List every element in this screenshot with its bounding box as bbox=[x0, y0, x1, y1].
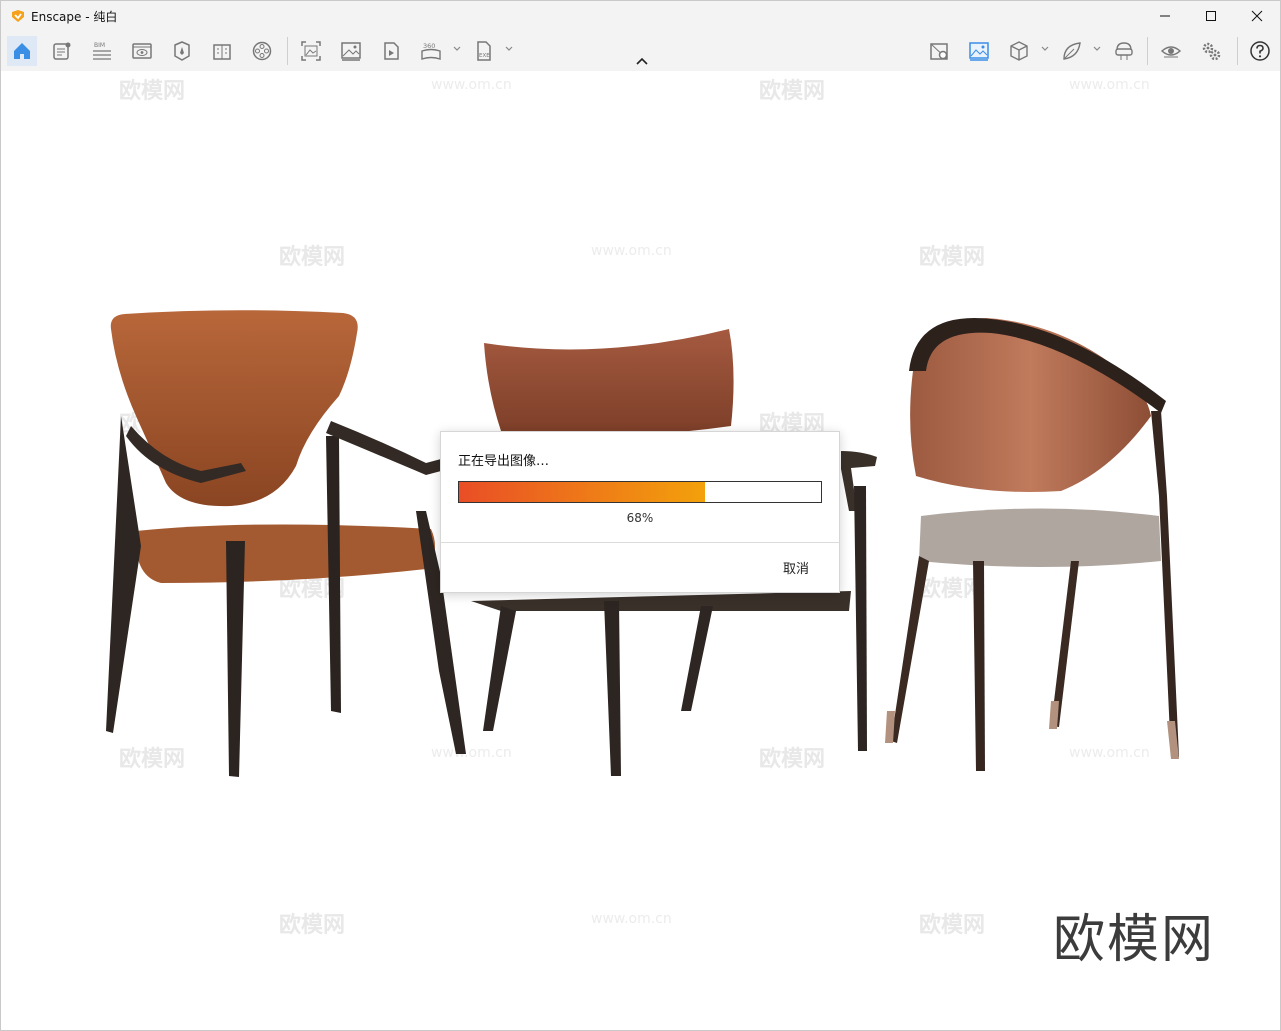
toolbar-separator bbox=[1147, 37, 1148, 65]
enscape-window: Enscape - 纯白 BIM 360 EXE 欧模网 www.om.cn 欧… bbox=[0, 0, 1281, 1031]
panorama-dropdown-icon[interactable] bbox=[452, 44, 462, 54]
batch-render-button[interactable] bbox=[376, 36, 406, 66]
batch-render-icon bbox=[384, 42, 399, 60]
materials-icon bbox=[213, 44, 231, 60]
close-button[interactable] bbox=[1234, 1, 1280, 31]
vr-headset-button[interactable] bbox=[1109, 36, 1139, 66]
visual-settings-icon bbox=[969, 42, 989, 61]
dialog-title: 正在导出图像… bbox=[458, 454, 550, 469]
panorama-360-icon: 360 bbox=[421, 42, 441, 60]
asset-library-icon bbox=[174, 41, 190, 61]
svg-text:BIM: BIM bbox=[94, 42, 105, 49]
progress-percentage: 68% bbox=[626, 511, 654, 525]
leaf-dropdown-icon[interactable] bbox=[1092, 44, 1102, 54]
export-exe-icon: EXE bbox=[477, 41, 491, 61]
progress-fill bbox=[459, 482, 706, 502]
export-exe-button[interactable]: EXE bbox=[469, 36, 499, 66]
bim-icon: BIM bbox=[93, 42, 111, 60]
cancel-button[interactable]: 取消 bbox=[783, 558, 809, 577]
title-bar: Enscape - 纯白 bbox=[1, 1, 1280, 31]
cube-view-icon bbox=[1010, 41, 1028, 61]
window-title: Enscape - 纯白 bbox=[31, 9, 118, 24]
view-management-icon bbox=[132, 43, 152, 59]
brand-watermark-logo: 欧模网 bbox=[1053, 910, 1216, 970]
close-icon bbox=[1251, 10, 1263, 22]
home-button[interactable] bbox=[7, 36, 37, 66]
cube-dropdown-icon[interactable] bbox=[1040, 44, 1050, 54]
export-progress-dialog: 正在导出图像… 68% 取消 bbox=[440, 431, 840, 593]
cube-view-button[interactable] bbox=[1004, 36, 1034, 66]
maximize-icon bbox=[1206, 11, 1216, 21]
enscape-logo-icon bbox=[12, 10, 24, 22]
video-editor-icon bbox=[252, 41, 272, 61]
leaf-icon bbox=[1063, 42, 1081, 60]
help-button[interactable] bbox=[1245, 36, 1275, 66]
help-icon bbox=[1250, 41, 1270, 61]
materials-button[interactable] bbox=[207, 36, 237, 66]
toolbar-separator bbox=[287, 37, 288, 65]
leaf-button[interactable] bbox=[1057, 36, 1087, 66]
collapse-toolbar-chevron-icon[interactable] bbox=[634, 55, 650, 67]
screenshot-button[interactable] bbox=[296, 36, 326, 66]
render-image-button[interactable] bbox=[336, 36, 366, 66]
dialog-divider bbox=[441, 542, 839, 543]
render-image-icon bbox=[341, 42, 361, 61]
svg-text:EXE: EXE bbox=[479, 53, 490, 59]
left-chair bbox=[106, 310, 466, 777]
export-progress-bar bbox=[458, 481, 822, 503]
minimize-button[interactable] bbox=[1142, 1, 1188, 31]
right-chair bbox=[885, 318, 1179, 771]
notes-icon bbox=[53, 42, 71, 60]
vr-headset-icon bbox=[1115, 42, 1133, 60]
notes-button[interactable] bbox=[47, 36, 77, 66]
view-management-button[interactable] bbox=[127, 36, 157, 66]
settings-button[interactable] bbox=[1196, 36, 1226, 66]
map-button[interactable] bbox=[924, 36, 954, 66]
minimize-icon bbox=[1160, 15, 1170, 17]
eye-button[interactable] bbox=[1156, 36, 1186, 66]
visual-settings-button[interactable] bbox=[964, 36, 994, 66]
svg-text:360: 360 bbox=[423, 42, 435, 50]
eye-icon bbox=[1160, 46, 1182, 58]
render-viewport[interactable]: 欧模网 www.om.cn 欧模网 www.om.cn 欧模网 www.om.c… bbox=[1, 71, 1280, 1030]
screenshot-icon bbox=[301, 41, 321, 61]
maximize-button[interactable] bbox=[1188, 1, 1234, 31]
panorama-button[interactable]: 360 bbox=[416, 36, 446, 66]
map-icon bbox=[930, 43, 948, 60]
home-icon bbox=[14, 43, 30, 59]
asset-library-button[interactable] bbox=[167, 36, 197, 66]
export-dropdown-icon[interactable] bbox=[504, 44, 514, 54]
bim-button[interactable]: BIM bbox=[87, 36, 117, 66]
toolbar-separator bbox=[1237, 37, 1238, 65]
video-editor-button[interactable] bbox=[247, 36, 277, 66]
settings-gears-icon bbox=[1202, 42, 1221, 61]
